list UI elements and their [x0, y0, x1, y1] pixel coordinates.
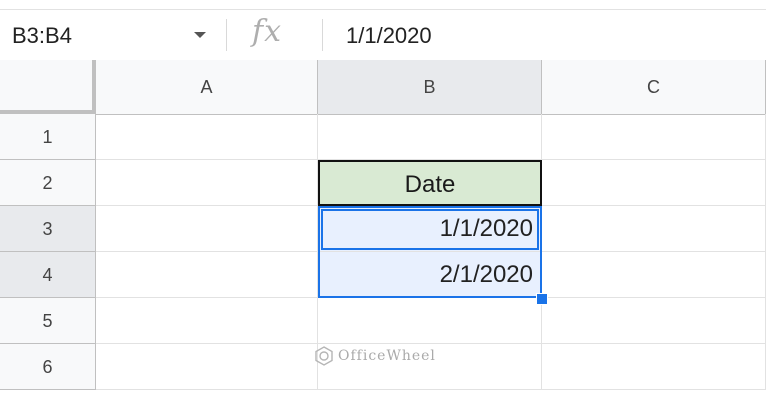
column-header-a[interactable]: A	[96, 60, 318, 114]
column-header-row: A B C	[0, 60, 766, 115]
officewheel-logo-icon	[315, 346, 333, 366]
cell-b4[interactable]: 2/1/2020	[318, 252, 542, 298]
divider	[322, 19, 323, 51]
cell-a6[interactable]	[96, 344, 318, 390]
formula-input[interactable]: 1/1/2020	[346, 23, 432, 49]
table-row: 2 Date	[0, 160, 766, 206]
cell-c3[interactable]	[542, 206, 766, 252]
spreadsheet-grid: A B C 1 2 Date 3 1/1/2020 4 2/1/2020 5 6	[0, 60, 766, 402]
name-box[interactable]: B3:B4	[0, 10, 226, 60]
cell-c1[interactable]	[542, 114, 766, 160]
fill-handle[interactable]	[536, 293, 548, 305]
fx-icon: fx	[252, 14, 283, 49]
cell-c5[interactable]	[542, 298, 766, 344]
cell-c6[interactable]	[542, 344, 766, 390]
column-header-b[interactable]: B	[318, 60, 542, 114]
cell-c4[interactable]	[542, 252, 766, 298]
row-header-5[interactable]: 5	[0, 298, 96, 344]
cell-c2[interactable]	[542, 160, 766, 206]
cell-b5[interactable]	[318, 298, 542, 344]
row-header-1[interactable]: 1	[0, 114, 96, 160]
chevron-down-icon[interactable]	[194, 32, 206, 38]
cell-a4[interactable]	[96, 252, 318, 298]
row-header-2[interactable]: 2	[0, 160, 96, 206]
cell-a5[interactable]	[96, 298, 318, 344]
watermark: OfficeWheel	[314, 346, 436, 366]
select-all-corner[interactable]	[0, 60, 96, 114]
name-box-value[interactable]: B3:B4	[12, 23, 72, 49]
cell-b3[interactable]: 1/1/2020	[318, 206, 542, 252]
table-row: 4 2/1/2020	[0, 252, 766, 298]
formula-bar: B3:B4 fx 1/1/2020	[0, 9, 766, 61]
cell-a3[interactable]	[96, 206, 318, 252]
column-header-c[interactable]: C	[542, 60, 766, 114]
cell-a1[interactable]	[96, 114, 318, 160]
table-row: 5	[0, 298, 766, 344]
table-row: 3 1/1/2020	[0, 206, 766, 252]
cell-a2[interactable]	[96, 160, 318, 206]
cell-b1[interactable]	[318, 114, 542, 160]
cell-b2[interactable]: Date	[318, 160, 542, 206]
watermark-text: OfficeWheel	[338, 348, 436, 364]
divider	[226, 19, 227, 51]
row-header-4[interactable]: 4	[0, 252, 96, 298]
row-header-6[interactable]: 6	[0, 344, 96, 390]
table-row: 1	[0, 114, 766, 160]
row-header-3[interactable]: 3	[0, 206, 96, 252]
